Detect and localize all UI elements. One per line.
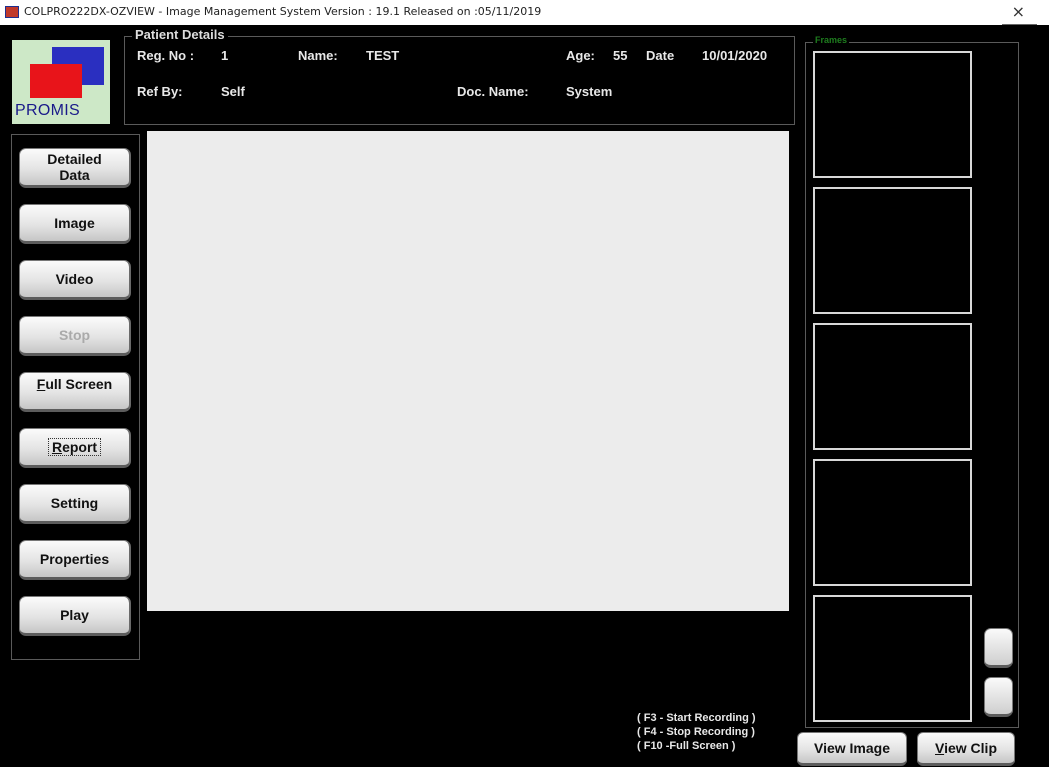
full-screen-label: ull Screen <box>45 376 113 392</box>
stop-button[interactable]: Stop <box>19 316 131 356</box>
app-icon <box>5 6 19 18</box>
play-button[interactable]: Play <box>19 596 131 636</box>
hotkey-f10: ( F10 -Full Screen ) <box>637 740 736 752</box>
image-viewer[interactable] <box>147 131 789 611</box>
view-clip-button[interactable]: View Clip <box>917 732 1015 766</box>
name-value: TEST <box>366 48 400 63</box>
date-label: Date <box>646 48 675 63</box>
ref-by-value: Self <box>221 84 245 99</box>
view-image-label: View Image <box>813 740 890 756</box>
report-label: eport <box>62 439 98 455</box>
properties-button[interactable]: Properties <box>19 540 131 580</box>
setting-button[interactable]: Setting <box>19 484 131 524</box>
view-clip-label: iew Clip <box>944 740 997 756</box>
detailed-data-line1: Detailed <box>47 151 102 167</box>
properties-button-label: Properties <box>39 551 110 567</box>
view-image-button[interactable]: View Image <box>797 732 907 766</box>
report-focus-rect: Report <box>47 438 102 456</box>
image-button-label: Image <box>54 215 95 231</box>
frame-thumbnail[interactable] <box>813 595 972 722</box>
hotkey-hints: ( F3 - Start Recording ) ( F4 - Stop Rec… <box>637 711 756 753</box>
frames-scroll-up-button[interactable] <box>984 628 1013 668</box>
logo-text: PROMIS <box>15 102 80 119</box>
detailed-data-line2: Data <box>59 167 90 183</box>
doc-name-value: System <box>566 84 613 99</box>
image-button[interactable]: Image <box>19 204 131 244</box>
video-button-label: Video <box>55 271 94 287</box>
age-value: 55 <box>613 48 628 63</box>
view-clip-mnemonic: V <box>935 740 945 756</box>
age-label: Age: <box>566 48 595 63</box>
date-value: 10/01/2020 <box>702 48 768 63</box>
name-label: Name: <box>298 48 338 63</box>
close-icon[interactable]: × <box>1001 2 1038 25</box>
report-button[interactable]: Report <box>19 428 131 468</box>
play-button-label: Play <box>60 607 89 623</box>
detailed-data-button[interactable]: Detailed Data <box>19 148 131 188</box>
frame-thumbnail[interactable] <box>813 187 972 314</box>
frame-thumbnail[interactable] <box>813 459 972 586</box>
frame-thumbnail[interactable] <box>813 51 972 178</box>
stop-button-label: Stop <box>58 327 91 343</box>
video-button[interactable]: Video <box>19 260 131 300</box>
frames-scroll-down-button[interactable] <box>984 677 1013 717</box>
setting-button-label: Setting <box>50 495 99 511</box>
doc-name-label: Doc. Name: <box>457 84 529 99</box>
patient-details-legend: Patient Details <box>132 27 228 42</box>
window-title: COLPRO222DX-OZVIEW - Image Management Sy… <box>24 5 542 18</box>
reg-no-label: Reg. No : <box>137 48 195 63</box>
frame-thumbnail[interactable] <box>813 323 972 450</box>
full-screen-button[interactable]: Full Screen <box>19 372 131 412</box>
logo-red-square <box>30 64 82 98</box>
reg-no-value: 1 <box>221 48 229 63</box>
hotkey-f4: ( F4 - Stop Recording ) <box>637 726 755 738</box>
title-bar: COLPRO222DX-OZVIEW - Image Management Sy… <box>0 0 1049 25</box>
promis-logo: PROMIS <box>12 40 110 124</box>
report-mnemonic: R <box>51 439 63 455</box>
hotkey-f3: ( F3 - Start Recording ) <box>637 712 756 724</box>
ref-by-label: Ref By: <box>137 84 183 99</box>
frames-legend: Frames <box>813 35 850 45</box>
